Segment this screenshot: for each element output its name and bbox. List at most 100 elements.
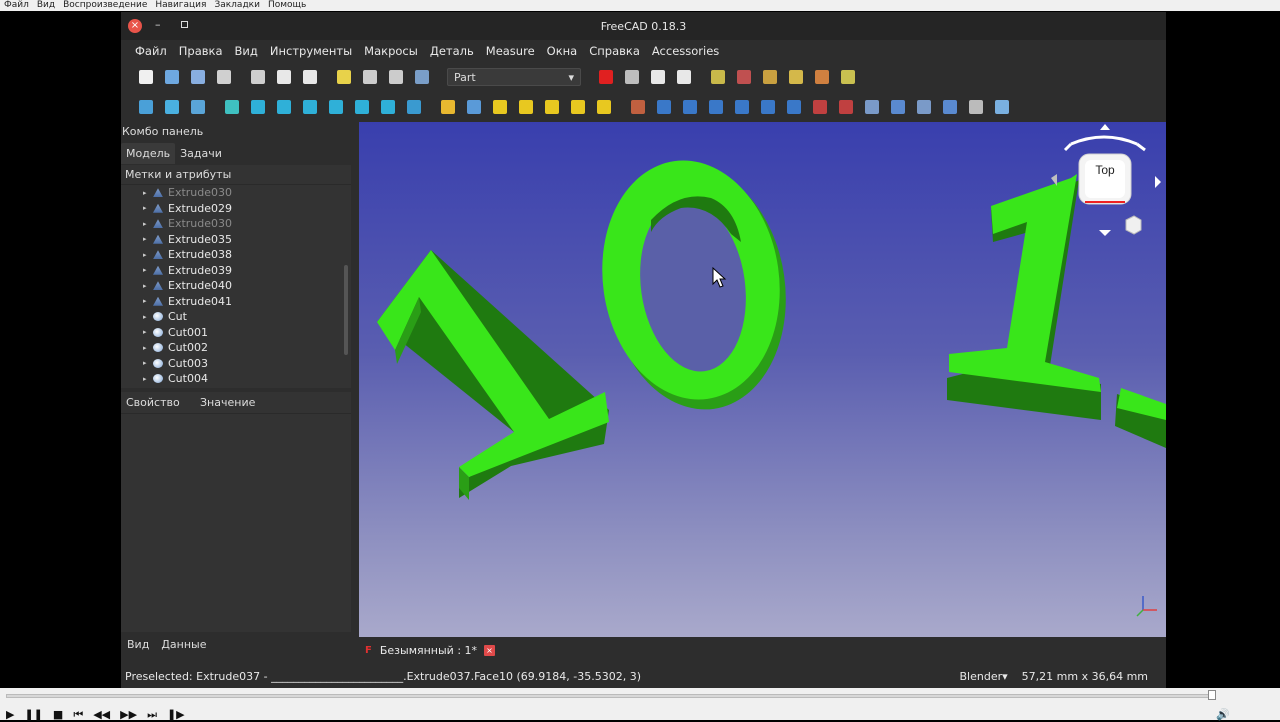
- toolbar1-tool-icon-16[interactable]: [731, 66, 757, 88]
- expand-arrow-icon[interactable]: ▸: [143, 204, 153, 212]
- toolbar2-tool-icon-9[interactable]: [375, 96, 401, 118]
- player-menu-item-2[interactable]: Воспроизведение: [63, 0, 147, 11]
- close-document-icon[interactable]: ×: [484, 644, 496, 656]
- tab-data[interactable]: Данные: [155, 638, 212, 651]
- menu-item-4[interactable]: Макросы: [358, 44, 424, 58]
- toolbar1-tool-icon-13[interactable]: [645, 66, 671, 88]
- toolbar2-tool-icon-25[interactable]: [807, 96, 833, 118]
- player-menu-item-0[interactable]: Файл: [4, 0, 29, 11]
- navcube-top-label[interactable]: Top: [1095, 163, 1115, 177]
- player-menu-item-4[interactable]: Закладки: [214, 0, 260, 11]
- extruded-digit-zero[interactable]: [587, 149, 801, 421]
- toolbar1-tool-icon-4[interactable]: [245, 66, 271, 88]
- toolbar2-tool-icon-23[interactable]: [755, 96, 781, 118]
- toolbar2-tool-icon-10[interactable]: [401, 96, 427, 118]
- tab-model[interactable]: Модель: [121, 143, 176, 164]
- toolbar1-tool-icon-17[interactable]: [757, 66, 783, 88]
- tree-item[interactable]: ▸ Extrude041: [121, 294, 351, 310]
- property-column[interactable]: Свойство: [126, 396, 200, 409]
- tree-item[interactable]: ▸ Extrude035: [121, 232, 351, 248]
- tree-scrollbar[interactable]: [344, 265, 348, 355]
- close-window-button[interactable]: ×: [128, 19, 142, 33]
- toolbar2-tool-icon-12[interactable]: [461, 96, 487, 118]
- toolbar1-tool-icon-5[interactable]: [271, 66, 297, 88]
- toolbar1-tool-icon-8[interactable]: [357, 66, 383, 88]
- toolbar2-tool-icon-29[interactable]: [911, 96, 937, 118]
- toolbar1-tool-icon-9[interactable]: [383, 66, 409, 88]
- toolbar2-tool-icon-5[interactable]: [271, 96, 297, 118]
- expand-arrow-icon[interactable]: ▸: [143, 220, 153, 228]
- expand-arrow-icon[interactable]: ▸: [143, 313, 153, 321]
- 3d-scene[interactable]: Top: [359, 122, 1166, 637]
- 3d-viewport[interactable]: Top: [359, 122, 1166, 637]
- player-menu-item-1[interactable]: Вид: [37, 0, 55, 11]
- toolbar1-tool-icon-15[interactable]: [705, 66, 731, 88]
- toolbar2-tool-icon-28[interactable]: [885, 96, 911, 118]
- volume-icon[interactable]: 🔊: [1216, 708, 1230, 721]
- tree-item[interactable]: ▸ Cut003: [121, 356, 351, 372]
- menu-item-8[interactable]: Справка: [583, 44, 646, 58]
- toolbar2-tool-icon-26[interactable]: [833, 96, 859, 118]
- toolbar1-tool-icon-0[interactable]: [133, 66, 159, 88]
- player-menu-item-3[interactable]: Навигация: [155, 0, 206, 11]
- toolbar2-tool-icon-24[interactable]: [781, 96, 807, 118]
- toolbar2-tool-icon-21[interactable]: [703, 96, 729, 118]
- toolbar2-tool-icon-1[interactable]: [159, 96, 185, 118]
- expand-arrow-icon[interactable]: ▸: [143, 359, 153, 367]
- expand-arrow-icon[interactable]: ▸: [143, 235, 153, 243]
- value-column[interactable]: Значение: [200, 396, 255, 409]
- toolbar1-tool-icon-11[interactable]: [593, 66, 619, 88]
- player-menu-item-5[interactable]: Помощь: [268, 0, 306, 11]
- toolbar2-tool-icon-15[interactable]: [539, 96, 565, 118]
- toolbar2-tool-icon-32[interactable]: [989, 96, 1015, 118]
- toolbar1-tool-icon-18[interactable]: [783, 66, 809, 88]
- tree-item[interactable]: ▸ Extrude030: [121, 185, 351, 201]
- toolbar1-tool-icon-1[interactable]: [159, 66, 185, 88]
- toolbar2-tool-icon-6[interactable]: [297, 96, 323, 118]
- toolbar1-tool-icon-12[interactable]: [619, 66, 645, 88]
- tree-item[interactable]: ▸ Cut: [121, 309, 351, 325]
- toolbar2-tool-icon-22[interactable]: [729, 96, 755, 118]
- menu-item-5[interactable]: Деталь: [424, 44, 480, 58]
- toolbar2-tool-icon-7[interactable]: [323, 96, 349, 118]
- toolbar2-tool-icon-20[interactable]: [677, 96, 703, 118]
- seek-bar[interactable]: [6, 694, 1216, 698]
- menu-item-7[interactable]: Окна: [541, 44, 584, 58]
- toolbar2-tool-icon-30[interactable]: [937, 96, 963, 118]
- menu-item-6[interactable]: Measure: [480, 44, 541, 58]
- expand-arrow-icon[interactable]: ▸: [143, 328, 153, 336]
- toolbar1-tool-icon-20[interactable]: [835, 66, 861, 88]
- tree-item[interactable]: ▸ Extrude038: [121, 247, 351, 263]
- expand-arrow-icon[interactable]: ▸: [143, 375, 153, 383]
- toolbar1-tool-icon-10[interactable]: [409, 66, 435, 88]
- toolbar1-tool-icon-19[interactable]: [809, 66, 835, 88]
- toolbar2-tool-icon-27[interactable]: [859, 96, 885, 118]
- extruded-digit-partial[interactable]: [1115, 388, 1166, 448]
- expand-arrow-icon[interactable]: ▸: [143, 266, 153, 274]
- tree-item[interactable]: ▸ Cut001: [121, 325, 351, 341]
- tab-view[interactable]: Вид: [121, 638, 155, 651]
- toolbar2-tool-icon-13[interactable]: [487, 96, 513, 118]
- menu-item-2[interactable]: Вид: [229, 44, 264, 58]
- toolbar2-tool-icon-16[interactable]: [565, 96, 591, 118]
- toolbar2-tool-icon-31[interactable]: [963, 96, 989, 118]
- toolbar2-tool-icon-8[interactable]: [349, 96, 375, 118]
- toolbar2-tool-icon-11[interactable]: [435, 96, 461, 118]
- workbench-selector[interactable]: Part ▾: [447, 68, 581, 86]
- seek-handle[interactable]: [1208, 690, 1216, 700]
- tab-tasks[interactable]: Задачи: [175, 143, 227, 164]
- toolbar2-tool-icon-19[interactable]: [651, 96, 677, 118]
- menu-item-1[interactable]: Правка: [173, 44, 229, 58]
- extruded-digit-one-left[interactable]: [377, 250, 609, 500]
- menu-item-9[interactable]: Accessories: [646, 44, 725, 58]
- toolbar2-tool-icon-2[interactable]: [185, 96, 211, 118]
- extruded-digit-one-right[interactable]: [947, 174, 1101, 420]
- tree-item[interactable]: ▸ Extrude029: [121, 201, 351, 217]
- toolbar2-tool-icon-18[interactable]: [625, 96, 651, 118]
- tree-item[interactable]: ▸ Cut002: [121, 340, 351, 356]
- tree-item[interactable]: ▸ Extrude039: [121, 263, 351, 279]
- expand-arrow-icon[interactable]: ▸: [143, 251, 153, 259]
- document-tab-label[interactable]: Безымянный : 1*: [380, 644, 477, 657]
- expand-arrow-icon[interactable]: ▸: [143, 344, 153, 352]
- menu-item-3[interactable]: Инструменты: [264, 44, 358, 58]
